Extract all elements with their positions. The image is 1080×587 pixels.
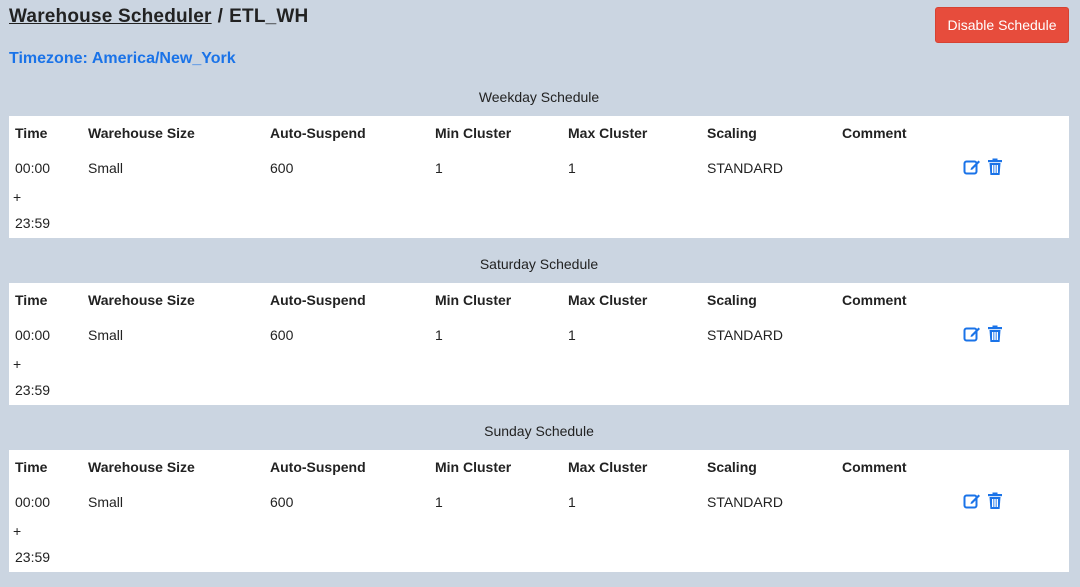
row-min-cluster: 1 — [435, 160, 443, 176]
row-max-cluster: 1 — [568, 327, 576, 343]
row-warehouse-size: Small — [88, 327, 124, 343]
row-auto-suspend: 600 — [270, 160, 294, 176]
row-time-plus: + — [13, 189, 22, 205]
row-max-cluster: 1 — [568, 160, 576, 176]
weekday-schedule-title: Weekday Schedule — [478, 89, 600, 105]
row-max-cluster: 1 — [568, 494, 576, 510]
row-time-start: 00:00 — [15, 160, 51, 176]
column-header-comment: Comment — [842, 125, 907, 141]
sunday-schedule-title: Sunday Schedule — [484, 423, 594, 439]
row-min-cluster: 1 — [435, 494, 443, 510]
edit-icon[interactable] — [963, 158, 981, 176]
timezone-label: Timezone: — [9, 50, 88, 67]
trash-icon[interactable] — [986, 325, 1004, 343]
row-min-cluster: 1 — [435, 327, 443, 343]
timezone-value: America/New_York — [91, 50, 236, 67]
column-header-size: Warehouse Size — [88, 292, 195, 308]
page-title: ETL_WH — [229, 6, 309, 27]
column-header-time: Time — [15, 459, 48, 475]
trash-icon[interactable] — [986, 492, 1004, 510]
column-header-max-cluster: Max Cluster — [568, 125, 648, 141]
column-header-min-cluster: Min Cluster — [435, 459, 512, 475]
column-header-scaling: Scaling — [707, 125, 757, 141]
column-header-min-cluster: Min Cluster — [435, 125, 512, 141]
column-header-scaling: Scaling — [707, 459, 757, 475]
row-time-end: 23:59 — [15, 549, 51, 565]
row-warehouse-size: Small — [88, 160, 124, 176]
column-header-scaling: Scaling — [707, 292, 757, 308]
row-auto-suspend: 600 — [270, 327, 294, 343]
saturday-schedule-title: Saturday Schedule — [479, 256, 599, 272]
breadcrumb: Warehouse Scheduler / ETL_WH — [9, 6, 308, 28]
disable-schedule-button[interactable]: Disable Schedule — [935, 7, 1069, 43]
page: Warehouse Scheduler / ETL_WH Disable Sched… — [0, 0, 1080, 587]
row-scaling: STANDARD — [707, 494, 783, 510]
row-time-start: 00:00 — [15, 494, 51, 510]
timezone-display: Timezone: America/New_York — [9, 50, 236, 68]
column-header-max-cluster: Max Cluster — [568, 459, 648, 475]
column-header-time: Time — [15, 125, 48, 141]
column-header-max-cluster: Max Cluster — [568, 292, 648, 308]
column-header-size: Warehouse Size — [88, 125, 195, 141]
sunday-schedule-table: Time Warehouse Size Auto-Suspend Min Clu… — [9, 450, 1069, 572]
saturday-schedule-table: Time Warehouse Size Auto-Suspend Min Clu… — [9, 283, 1069, 405]
weekday-schedule-table: Time Warehouse Size Auto-Suspend Min Clu… — [9, 116, 1069, 238]
column-header-auto-suspend: Auto-Suspend — [270, 459, 366, 475]
edit-icon[interactable] — [963, 492, 981, 510]
row-time-plus: + — [13, 356, 22, 372]
row-scaling: STANDARD — [707, 327, 783, 343]
row-time-plus: + — [13, 523, 22, 539]
row-time-end: 23:59 — [15, 382, 51, 398]
row-scaling: STANDARD — [707, 160, 783, 176]
row-time-start: 00:00 — [15, 327, 51, 343]
trash-icon[interactable] — [986, 158, 1004, 176]
column-header-auto-suspend: Auto-Suspend — [270, 125, 366, 141]
row-warehouse-size: Small — [88, 494, 124, 510]
column-header-min-cluster: Min Cluster — [435, 292, 512, 308]
breadcrumb-separator: / — [217, 6, 224, 27]
column-header-comment: Comment — [842, 292, 907, 308]
breadcrumb-root-link[interactable]: Warehouse Scheduler — [9, 6, 212, 27]
column-header-size: Warehouse Size — [88, 459, 195, 475]
column-header-comment: Comment — [842, 459, 907, 475]
column-header-time: Time — [15, 292, 48, 308]
edit-icon[interactable] — [963, 325, 981, 343]
row-time-end: 23:59 — [15, 215, 51, 231]
column-header-auto-suspend: Auto-Suspend — [270, 292, 366, 308]
row-auto-suspend: 600 — [270, 494, 294, 510]
